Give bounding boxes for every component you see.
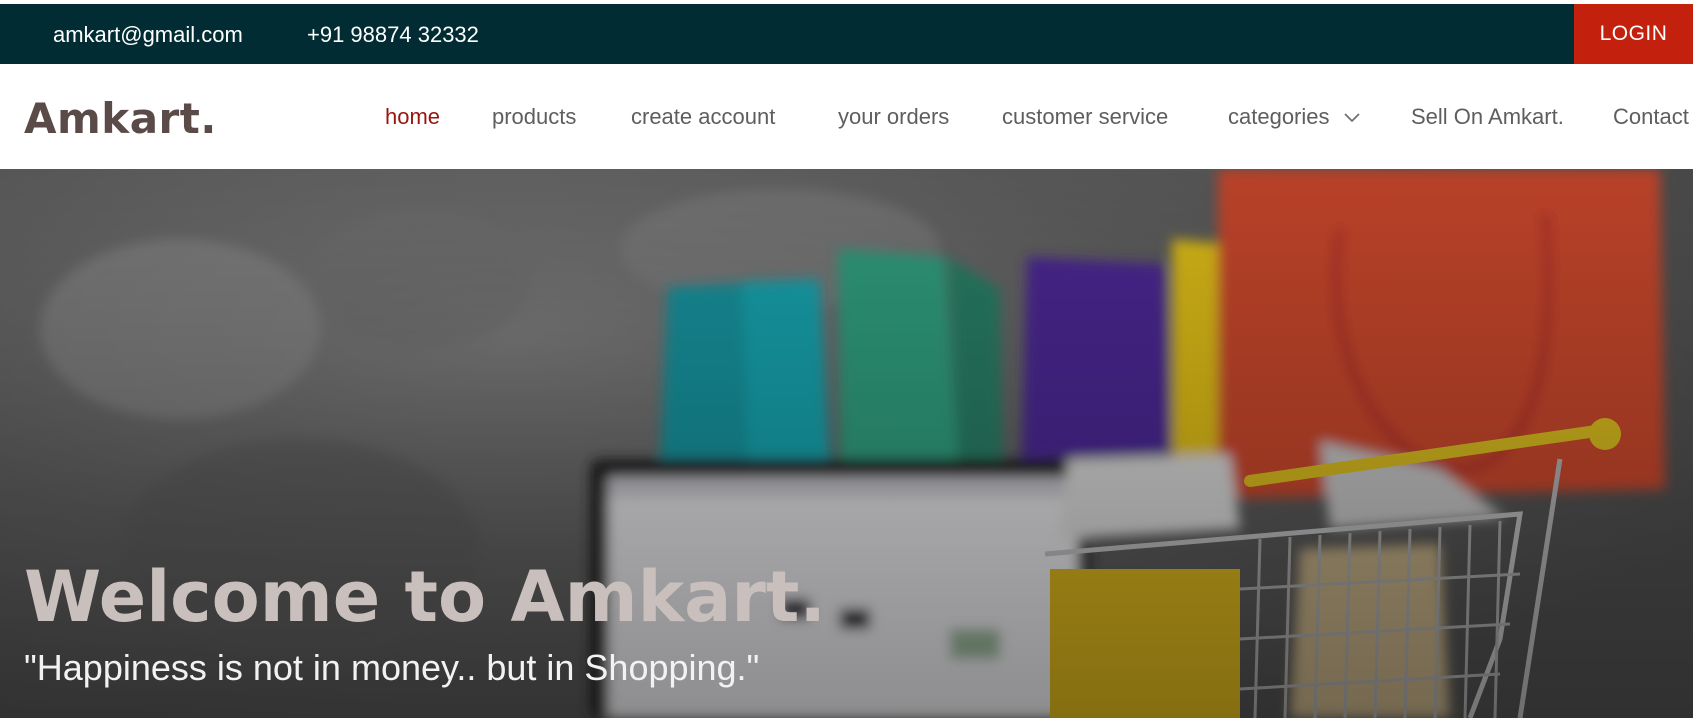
- chevron-down-icon: [1344, 113, 1360, 123]
- hero-title: Welcome to Amkart.: [24, 556, 826, 638]
- nav-item-home[interactable]: home: [385, 104, 440, 130]
- contact-phone[interactable]: +91 98874 32332: [307, 22, 479, 48]
- hero-subtitle: "Happiness is not in money.. but in Shop…: [24, 647, 760, 688]
- top-contact-bar: amkart@gmail.com +91 98874 32332 LOGIN: [0, 4, 1693, 64]
- site-logo[interactable]: Amkart.: [24, 94, 217, 143]
- nav-item-your-orders[interactable]: your orders: [838, 104, 949, 130]
- nav-item-sell-on-amkart[interactable]: Sell On Amkart.: [1411, 104, 1564, 130]
- login-button[interactable]: LOGIN: [1574, 4, 1693, 64]
- contact-email[interactable]: amkart@gmail.com: [53, 22, 243, 48]
- nav-item-contact[interactable]: Contact: [1613, 104, 1689, 130]
- nav-item-customer-service[interactable]: customer service: [1002, 104, 1168, 130]
- main-navbar: Amkart. home products create account you…: [0, 64, 1693, 169]
- hero-banner: Welcome to Amkart. "Happiness is not in …: [0, 169, 1693, 718]
- nav-item-categories-label: categories: [1228, 104, 1330, 129]
- nav-item-products[interactable]: products: [492, 104, 576, 130]
- nav-item-categories[interactable]: categories: [1228, 104, 1360, 130]
- nav-item-create-account[interactable]: create account: [631, 104, 775, 130]
